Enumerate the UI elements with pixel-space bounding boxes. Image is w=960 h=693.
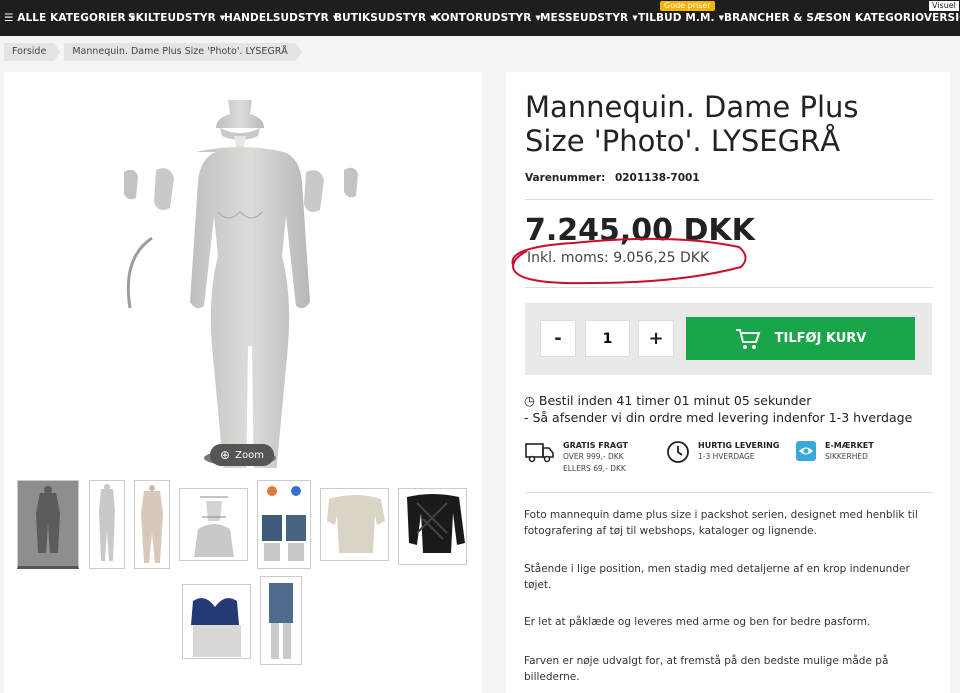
nav-item-kontorudstyr[interactable]: KONTORUDSTYR ▼ <box>433 0 541 36</box>
thumbnail-1[interactable] <box>17 480 79 569</box>
nav-item-brancher[interactable]: BRANCHER & SÆSON ▼ <box>724 0 861 36</box>
nav-item-alle-kategorier[interactable]: ☰ ALLE KATEGORIER ▼ <box>4 0 135 36</box>
deadline-text: Bestil inden 41 timer 01 minut 05 sekund… <box>538 393 812 408</box>
product-info-panel <box>506 72 950 693</box>
nav-item-butiksudstyr[interactable]: BUTIKSUDSTYR ▼ <box>334 0 436 36</box>
usp-title: HURTIG LEVERING <box>698 441 780 450</box>
thumbnail-image <box>269 583 293 659</box>
cart-icon <box>735 328 760 349</box>
product-title: Mannequin. Dame Plus Size 'Photo'. LYSEG… <box>525 90 859 158</box>
add-to-cart-label: TILFØJ KURV <box>774 331 867 346</box>
qty-minus-button[interactable]: - <box>540 320 576 357</box>
usp-title: E-MÆRKET <box>825 441 874 450</box>
zoom-button[interactable]: ⊕ Zoom <box>210 444 274 466</box>
qty-plus-button[interactable]: + <box>638 320 674 357</box>
description-paragraph: Stående i lige position, men stadig med … <box>524 563 910 591</box>
sku-label: Varenummer: <box>525 172 606 184</box>
breadcrumb-home[interactable]: Forside <box>4 43 61 61</box>
top-nav: ☰ ALLE KATEGORIER ▼ SKILTEUDSTYR ▼ HANDELS… <box>0 0 960 36</box>
zoom-label: Zoom <box>235 449 264 461</box>
main-product-image[interactable] <box>100 92 370 468</box>
thumbnail-8[interactable] <box>182 584 251 659</box>
thumbnail-image <box>262 486 306 561</box>
gode-priser-badge: Gode priser <box>660 1 715 11</box>
thumbnail-7[interactable] <box>398 488 467 565</box>
thumbnail-image <box>194 496 234 557</box>
usp-sub: SIKKERHED <box>825 452 868 461</box>
usp-e-maerket: E-MÆRKET SIKKERHED <box>795 440 874 463</box>
nav-item-label: ☰ ALLE KATEGORIER <box>4 12 126 24</box>
clock-small-icon: ◷ <box>524 393 539 408</box>
clock-icon <box>667 441 689 463</box>
nav-item-label: TILBUD M.M. <box>638 12 715 24</box>
nav-item-label: BRANCHER & SÆSON <box>724 12 852 24</box>
chevron-down-icon: ▼ <box>632 14 638 22</box>
nav-item-skilteudstyr[interactable]: SKILTEUDSTYR ▼ <box>128 0 225 36</box>
usp-hurtig-levering: HURTIG LEVERING 1-3 HVERDAGE <box>666 440 779 464</box>
thumbnail-2[interactable] <box>89 480 125 569</box>
thumbnail-6[interactable] <box>320 488 389 561</box>
nav-item-label: MESSEUDSTYR <box>540 12 629 24</box>
thumbnail-9[interactable] <box>260 576 302 665</box>
deadline-line-1: ◷ Bestil inden 41 timer 01 minut 05 seku… <box>524 392 912 409</box>
add-to-cart-button[interactable]: TILFØJ KURV <box>686 317 915 360</box>
divider <box>525 492 933 493</box>
usp-sub: ELLERS 69,- DKK <box>563 464 626 473</box>
nav-item-label: KATEGORIOVERSIGT <box>855 12 960 24</box>
sku-line: Varenummer: 0201138-7001 <box>525 172 700 184</box>
thumbnail-image <box>141 485 163 563</box>
thumbnail-4[interactable] <box>179 488 248 561</box>
nav-item-messeudstyr[interactable]: MESSEUDSTYR ▼ <box>540 0 638 36</box>
red-circle-annotation <box>511 237 747 285</box>
usp-sub: 1-3 HVERDAGE <box>698 452 755 461</box>
thumbnail-image <box>99 484 115 561</box>
quantity-input[interactable] <box>585 320 630 357</box>
usp-sub: OVER 999,- DKK <box>563 452 624 461</box>
usp-title: GRATIS FRAGT <box>563 441 628 450</box>
breadcrumb-current: Mannequin. Dame Plus Size 'Photo'. LYSEG… <box>64 43 303 61</box>
visuel-badge: Visuel <box>929 1 959 11</box>
description-paragraph: Er let at påklæde og leveres med arme og… <box>524 616 871 628</box>
delivery-deadline: ◷ Bestil inden 41 timer 01 minut 05 seku… <box>524 392 912 426</box>
sku-value: 0201138-7001 <box>614 172 700 184</box>
e-maerket-icon <box>796 441 816 461</box>
usp-gratis-fragt: GRATIS FRAGT OVER 999,- DKK ELLERS 69,- … <box>525 440 628 475</box>
nav-item-label: SKILTEUDSTYR <box>128 12 216 24</box>
thumbnail-image <box>407 494 465 553</box>
thumbnail-image <box>327 495 385 553</box>
divider <box>525 287 933 288</box>
truck-icon <box>525 443 554 463</box>
divider <box>525 199 933 200</box>
description-paragraph: Farven er nøje udvalgt for, at fremstå p… <box>524 655 889 683</box>
crosshair-icon: ⊕ <box>220 448 231 462</box>
nav-item-handelsudstyr[interactable]: HANDELSUDSTYR ▼ <box>224 0 338 36</box>
nav-item-label: HANDELSUDSTYR <box>224 12 329 24</box>
thumbnail-image <box>18 481 78 566</box>
nav-item-label: KONTORUDSTYR <box>433 12 532 24</box>
deadline-line-2: - Så afsender vi din ordre med levering … <box>524 410 913 425</box>
nav-item-label: BUTIKSUDSTYR <box>334 12 427 24</box>
thumbnail-5[interactable] <box>257 480 311 569</box>
thumbnail-image <box>191 598 241 657</box>
breadcrumb: Forside Mannequin. Dame Plus Size 'Photo… <box>4 43 303 61</box>
description-paragraph: Foto mannequin dame plus size i packshot… <box>524 509 918 537</box>
thumbnail-3[interactable] <box>134 480 170 569</box>
